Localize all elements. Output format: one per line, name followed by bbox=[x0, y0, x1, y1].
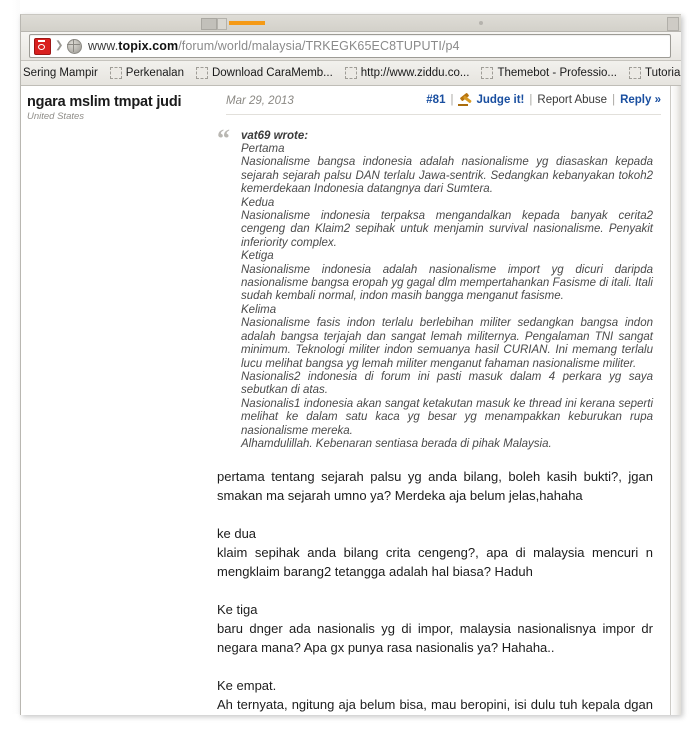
post-meta: Mar 29, 2013 #81 | Judge it! | Report Ab… bbox=[226, 92, 661, 115]
tab-strip-right-control[interactable] bbox=[667, 17, 679, 31]
tab-thumbnail-2[interactable] bbox=[217, 18, 227, 30]
report-abuse-link[interactable]: Report Abuse bbox=[537, 94, 607, 106]
quote-line: Nasionalisme fasis indon terlalu berlebi… bbox=[241, 317, 653, 370]
post-number[interactable]: #81 bbox=[426, 94, 445, 106]
quote-mark-icon: “ bbox=[217, 124, 230, 153]
quote-line: Alhamdulillah. Kebenaran sentiasa berada… bbox=[241, 437, 552, 450]
address-bar-row: ❯ www.topix.com/forum/world/malaysia/TRK… bbox=[21, 32, 681, 61]
post-header: ngara mslim tmpat judi United States Mar… bbox=[21, 92, 681, 126]
post-paragraph: ke dua bbox=[217, 526, 257, 542]
bookmark-item-label: Tutorial bbox=[644, 67, 681, 79]
url-domain: topix.com bbox=[118, 39, 179, 53]
post-paragraph: klaim sepihak anda bilang crita cengeng?… bbox=[217, 545, 653, 580]
action-separator: | bbox=[450, 94, 454, 106]
bookmark-icon bbox=[195, 67, 208, 79]
topix-favicon-icon bbox=[34, 37, 51, 55]
bookmark-icon bbox=[481, 67, 494, 79]
desktop-background-bottom bbox=[0, 714, 692, 732]
post-actions: #81 | Judge it! | Report Abuse | Reply » bbox=[426, 92, 661, 106]
bookmark-item-ziddu[interactable]: http://www.ziddu.co... bbox=[339, 64, 476, 82]
bookmark-item-tutorial[interactable]: Tutorial bbox=[623, 64, 681, 82]
browser-window: ❯ www.topix.com/forum/world/malaysia/TRK… bbox=[20, 14, 681, 715]
reply-link[interactable]: Reply » bbox=[620, 94, 661, 106]
bookmark-icon bbox=[628, 67, 641, 79]
bookmark-icon bbox=[344, 67, 357, 79]
tab-indicator-dot bbox=[479, 21, 483, 25]
post-body-column: “ vat69 wrote: Pertama Nasionalisme bang… bbox=[217, 126, 653, 715]
globe-icon bbox=[67, 38, 82, 54]
quote-line: Nasionalis2 indonesia di forum ini pasti… bbox=[241, 370, 653, 397]
screenshot-root: ❯ www.topix.com/forum/world/malaysia/TRK… bbox=[0, 0, 692, 732]
browser-tab-strip[interactable] bbox=[21, 15, 681, 32]
url-prefix: www. bbox=[88, 39, 119, 53]
post-paragraph: Ke tiga bbox=[217, 602, 258, 618]
forum-post: ngara mslim tmpat judi United States Mar… bbox=[21, 86, 681, 715]
post-text: pertama tentang sejarah palsu yg anda bi… bbox=[217, 467, 653, 715]
author-name: ngara mslim tmpat judi bbox=[27, 94, 182, 110]
post-paragraph: Ke empat. bbox=[217, 678, 277, 694]
quote-line: Kedua bbox=[241, 196, 275, 209]
quote-line: Nasionalisme indonesia terpaksa menganda… bbox=[241, 210, 653, 249]
quote-line: Nasionalisme indonesia adalah nasionalis… bbox=[241, 263, 653, 303]
bookmark-item-download-caramemb[interactable]: Download CaraMemb... bbox=[190, 64, 339, 82]
post-paragraph: Ah ternyata, ngitung aja belum bisa, mau… bbox=[217, 697, 653, 713]
bookmark-item-label: Themebot - Professio... bbox=[497, 67, 617, 79]
quote-line: Nasionalisme bangsa indonesia adalah nas… bbox=[241, 156, 653, 196]
post-paragraph: baru dnger ada nasionalis yg di impor, m… bbox=[217, 621, 653, 656]
judge-it-button[interactable]: Judge it! bbox=[476, 94, 524, 106]
quote-line: Pertama bbox=[241, 143, 285, 155]
bookmark-icon bbox=[109, 67, 122, 79]
gavel-icon bbox=[458, 92, 473, 106]
desktop-background-left bbox=[0, 0, 20, 732]
post-author: ngara mslim tmpat judi United States bbox=[27, 94, 205, 122]
bookmark-item-label: http://www.ziddu.co... bbox=[360, 67, 470, 79]
quote-line: Nasionalis1 indonesia akan sangat ketaku… bbox=[241, 397, 653, 437]
bookmark-item-label: Perkenalan bbox=[125, 67, 184, 79]
author-location: United States bbox=[27, 111, 85, 122]
action-separator: | bbox=[612, 94, 616, 106]
active-tab-accent[interactable] bbox=[229, 21, 265, 25]
bookmark-item-sering-mampir[interactable]: Sering Mampir bbox=[21, 64, 104, 82]
quote-text: Pertama Nasionalisme bangsa indonesia ad… bbox=[241, 143, 653, 451]
bookmarks-bar: Sering Mampir Perkenalan Download CaraMe… bbox=[21, 61, 681, 86]
chevron-right-icon: ❯ bbox=[55, 40, 64, 51]
quote-line: Kelima bbox=[241, 303, 277, 316]
post-date: Mar 29, 2013 bbox=[226, 95, 294, 107]
url-text[interactable]: www.topix.com/forum/world/malaysia/TRKEG… bbox=[88, 39, 460, 53]
bookmark-item-label: Sering Mampir bbox=[23, 67, 98, 79]
post-paragraph: pertama tentang sejarah palsu yg anda bi… bbox=[217, 469, 653, 504]
bookmark-item-label: Download CaraMemb... bbox=[211, 67, 333, 79]
quote-block: “ vat69 wrote: Pertama Nasionalisme bang… bbox=[217, 124, 653, 451]
tab-thumbnail-1[interactable] bbox=[201, 18, 217, 30]
quote-line: Ketiga bbox=[241, 250, 274, 263]
address-bar[interactable]: ❯ www.topix.com/forum/world/malaysia/TRK… bbox=[29, 34, 671, 58]
bookmark-item-perkenalan[interactable]: Perkenalan bbox=[104, 64, 190, 82]
quote-attribution: vat69 wrote: bbox=[241, 130, 309, 142]
page-viewport: ngara mslim tmpat judi United States Mar… bbox=[21, 86, 681, 715]
bookmark-item-themebot[interactable]: Themebot - Professio... bbox=[475, 64, 623, 82]
action-separator: | bbox=[529, 94, 533, 106]
url-path: /forum/world/malaysia/TRKEGK65EC8TUPUTI/… bbox=[178, 39, 460, 53]
